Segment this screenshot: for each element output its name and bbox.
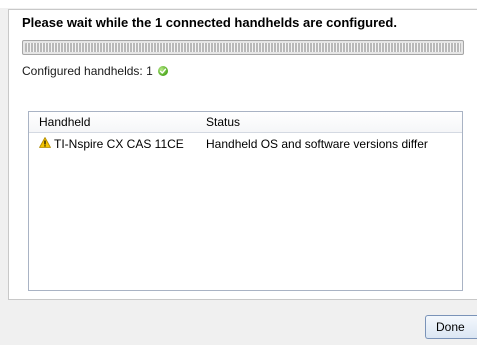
handheld-cell: TI-Nspire CX CAS 11CE [39, 137, 184, 151]
progress-bar [22, 40, 464, 55]
progress-fill [25, 43, 461, 52]
configure-handhelds-dialog: Please wait while the 1 connected handhe… [0, 0, 477, 345]
handhelds-table: Handheld Status TI-Nspire CX CAS 11CE Ha… [28, 111, 463, 291]
column-header-handheld[interactable]: Handheld [39, 115, 90, 129]
check-circle-icon [157, 66, 168, 76]
dialog-heading: Please wait while the 1 connected handhe… [22, 15, 397, 30]
done-button[interactable]: Done [425, 315, 477, 339]
table-row[interactable]: TI-Nspire CX CAS 11CE Handheld OS and so… [29, 133, 462, 153]
status-cell: Handheld OS and software versions differ [206, 137, 428, 151]
configured-label: Configured handhelds: 1 [22, 64, 153, 78]
title-bar [0, 0, 477, 8]
configured-status: Configured handhelds: 1 [22, 64, 168, 78]
column-header-status[interactable]: Status [206, 115, 240, 129]
table-header: Handheld Status [29, 112, 462, 133]
handheld-name: TI-Nspire CX CAS 11CE [54, 137, 184, 151]
warning-icon [39, 137, 51, 151]
